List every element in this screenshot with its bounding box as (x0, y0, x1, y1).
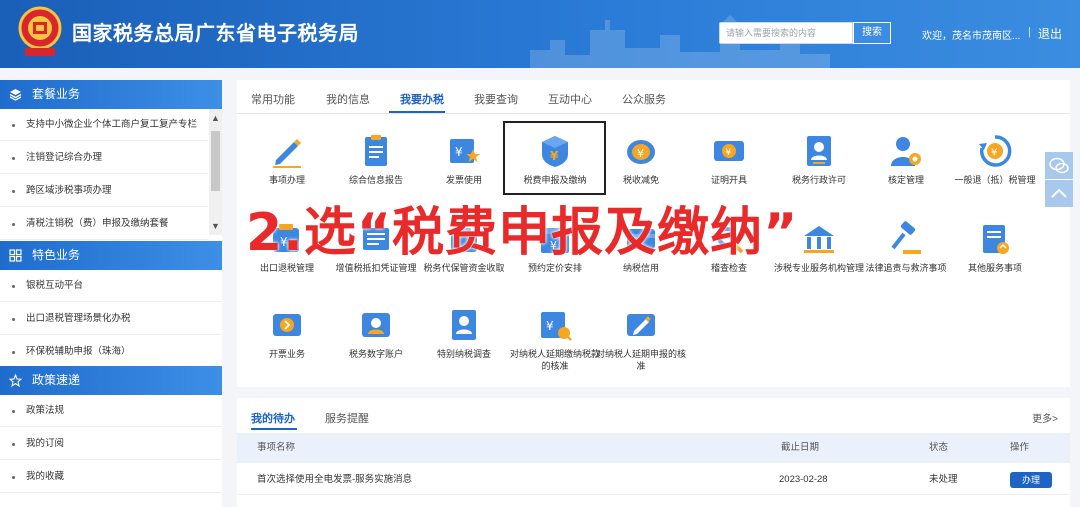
service-item-refund[interactable]: ¥ 一般退（抵）税管理 (950, 132, 1040, 186)
document-list-icon (365, 135, 387, 166)
service-item-delay-payment[interactable]: ¥ 对纳税人延期缴纳税款的核准 (510, 306, 600, 372)
scroll-up-icon[interactable]: ▲ (211, 113, 220, 123)
chat-float-button[interactable] (1045, 152, 1073, 179)
header-separator: | (1028, 26, 1031, 38)
sidebar-section-special[interactable]: 特色业务 (0, 241, 222, 270)
sidebar: 套餐业务 支持中小微企业个体工商户复工复产专栏 注销登记综合办理 跨区域涉税事项… (0, 80, 222, 507)
tab-interaction[interactable]: 互动中心 (548, 91, 592, 107)
service-item-info-report[interactable]: 综合信息报告 (331, 132, 421, 186)
sidebar-section-label: 政策速递 (32, 373, 81, 387)
layers-icon (9, 89, 22, 101)
sidebar-section-package[interactable]: 套餐业务 (0, 80, 222, 109)
annotation-text: 2.选“税费申报及缴纳” (246, 203, 799, 263)
service-item-special-investigation[interactable]: 特别纳税调查 (419, 306, 509, 360)
tab-my-todo[interactable]: 我的待办 (251, 410, 295, 426)
sidebar-section-policy[interactable]: 政策速递 (0, 366, 222, 395)
back-to-top-button[interactable] (1045, 180, 1073, 207)
todo-item-deadline: 2023-02-28 (779, 474, 828, 485)
agency-icon (804, 226, 834, 253)
id-badge-icon (807, 136, 831, 166)
issue-invoice-icon (273, 314, 301, 336)
svg-text:¥: ¥ (637, 147, 644, 160)
service-item-assessment[interactable]: 核定管理 (861, 132, 951, 186)
delay-payment-icon: ¥ (541, 312, 572, 341)
svg-text:¥: ¥ (546, 319, 554, 333)
svg-text:¥: ¥ (991, 148, 997, 159)
logout-link[interactable]: 退出 (1038, 25, 1062, 42)
gavel-icon (891, 221, 921, 254)
column-header: 截止日期 (781, 442, 820, 453)
scroll-down-icon[interactable]: ▼ (211, 221, 220, 231)
table-header: 事项名称 截止日期 状态 操作 (237, 433, 1070, 463)
sidebar-section-label: 特色业务 (32, 248, 81, 262)
refund-cycle-icon: ¥ (979, 135, 1012, 167)
tab-query[interactable]: 我要查询 (474, 91, 518, 107)
tab-service-reminder[interactable]: 服务提醒 (325, 410, 369, 426)
tab-handle-tax[interactable]: 我要办税 (400, 91, 444, 107)
column-header: 状态 (929, 442, 949, 453)
sidebar-item[interactable]: 清税注销税（费）申报及缴纳套餐 (0, 208, 208, 240)
active-tab-indicator (389, 111, 445, 113)
service-item-tax-reduction[interactable]: ¥ 税收减免 (596, 132, 686, 186)
more-link[interactable]: 更多> (1032, 410, 1058, 425)
sidebar-scrollbar[interactable]: ▲ ▼ (209, 109, 222, 235)
todo-panel: 我的待办 服务提醒 更多> 事项名称 截止日期 状态 操作 首次选择使用全电发票… (237, 398, 1070, 507)
handle-button[interactable]: 办理 (1010, 472, 1052, 488)
service-item-admin-license[interactable]: 税务行政许可 (774, 132, 864, 186)
todo-item-name: 首次选择使用全电发票-服务实施消息 (257, 474, 413, 485)
invoice-star-icon: ¥ (450, 139, 480, 163)
national-emblem-icon (18, 6, 62, 56)
sidebar-section-label: 套餐业务 (32, 87, 81, 101)
scroll-thumb[interactable] (211, 131, 220, 191)
welcome-text: 欢迎，茂名市茂南区... (922, 31, 1021, 42)
search-input[interactable] (719, 22, 853, 44)
certificate-icon: ¥ (714, 141, 744, 161)
star-icon (9, 374, 22, 387)
svg-text:¥: ¥ (455, 145, 463, 159)
service-item-digital-account[interactable]: 税务数字账户 (331, 306, 421, 360)
sidebar-item[interactable]: 我的收藏 (0, 461, 222, 493)
sidebar-item[interactable]: 政策法规 (0, 395, 222, 427)
svg-text:¥: ¥ (726, 148, 732, 158)
digital-account-icon (362, 313, 390, 337)
sidebar-item[interactable]: 支持中小微企业个体工商户复工复产专栏 (0, 109, 208, 141)
service-item-invoice[interactable]: ¥ 发票使用 (419, 132, 509, 186)
sidebar-item[interactable]: 我的订阅 (0, 428, 222, 460)
delay-declare-icon (627, 314, 655, 336)
person-gear-icon (891, 137, 921, 166)
sidebar-item[interactable]: 环保税辅助申报（珠海） (0, 336, 222, 368)
main-tabs: 常用功能 我的信息 我要办税 我要查询 互动中心 公众服务 (237, 80, 1070, 114)
service-item-handle[interactable]: 事项办理 (242, 132, 332, 186)
special-investigation-icon (452, 310, 476, 340)
coin-reduce-icon: ¥ (627, 140, 655, 164)
top-header: 国家税务总局广东省电子税务局 搜索 欢迎，茂名市茂南区... | 退出 (0, 0, 1080, 68)
column-header: 操作 (1010, 442, 1030, 453)
service-item-other[interactable]: 其他服务事项 (950, 220, 1040, 274)
table-row: 首次选择使用全电发票-服务实施消息 2023-02-28 未处理 办理 (237, 465, 1070, 495)
todo-tab-indicator (251, 428, 297, 430)
highlight-frame (503, 121, 606, 195)
sidebar-item[interactable]: 出口退税管理场景化办税 (0, 303, 222, 335)
site-title: 国家税务总局广东省电子税务局 (72, 23, 359, 45)
sidebar-item[interactable]: 银税互动平台 (0, 270, 222, 302)
search-button[interactable]: 搜索 (853, 22, 891, 44)
chat-bubble-icon (1049, 157, 1069, 174)
service-item-certificate[interactable]: ¥ 证明开具 (684, 132, 774, 186)
tab-my-info[interactable]: 我的信息 (326, 91, 370, 107)
service-item-legal-remedy[interactable]: 法律追责与救济事项 (861, 220, 951, 274)
tab-common[interactable]: 常用功能 (251, 91, 295, 107)
chevron-up-icon (1051, 188, 1067, 198)
todo-item-status: 未处理 (929, 474, 958, 485)
tab-public-service[interactable]: 公众服务 (622, 91, 666, 107)
sidebar-item[interactable]: 注销登记综合办理 (0, 142, 208, 174)
sidebar-item[interactable]: 跨区域涉税事项办理 (0, 175, 208, 207)
column-header: 事项名称 (257, 442, 296, 453)
service-item-delay-declare[interactable]: 对纳税人延期申报的核准 (596, 306, 686, 372)
pencil-icon (273, 139, 301, 168)
other-service-icon (983, 225, 1009, 254)
service-item-issue-invoice[interactable]: 开票业务 (242, 306, 332, 360)
grid-icon (9, 249, 22, 262)
